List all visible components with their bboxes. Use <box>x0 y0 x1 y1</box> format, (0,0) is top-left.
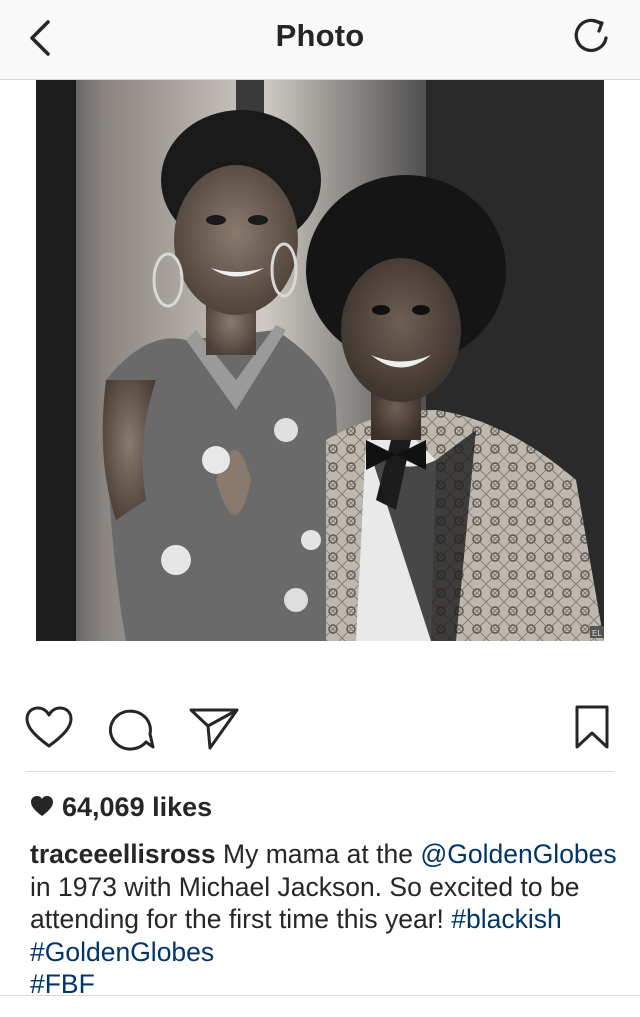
post-caption: traceeellisross My mama at the @GoldenGl… <box>30 838 620 1001</box>
paper-plane-icon <box>189 708 239 750</box>
post-photo[interactable]: EL <box>36 80 604 641</box>
page-title: Photo <box>275 18 365 53</box>
save-button[interactable] <box>572 704 612 750</box>
actions-divider <box>26 771 614 772</box>
caption-username[interactable]: traceeellisross <box>30 839 216 869</box>
like-button[interactable] <box>24 706 74 750</box>
refresh-button[interactable] <box>570 14 614 58</box>
bookmark-icon <box>575 705 609 749</box>
likes-label: 64,069 likes <box>62 792 213 822</box>
comment-icon <box>108 709 155 751</box>
refresh-icon <box>574 18 608 52</box>
post-actions-bar <box>0 690 640 760</box>
nav-header: Photo <box>0 0 640 80</box>
comment-button[interactable] <box>106 704 156 752</box>
heart-outline-icon <box>25 706 73 748</box>
heart-filled-icon <box>31 796 53 816</box>
photo-image: EL <box>36 80 604 641</box>
share-button[interactable] <box>188 706 240 750</box>
caption-hashtag-goldenglobes[interactable]: #GoldenGlobes <box>30 937 214 967</box>
photo-watermark: EL <box>592 629 602 638</box>
bottom-edge <box>0 995 640 1017</box>
likes-count[interactable]: 64,069 likes <box>30 792 212 823</box>
caption-mention[interactable]: @GoldenGlobes <box>420 839 616 869</box>
caption-hashtag-blackish[interactable]: #blackish <box>451 904 561 934</box>
caption-text-1: My mama at the <box>215 839 421 869</box>
